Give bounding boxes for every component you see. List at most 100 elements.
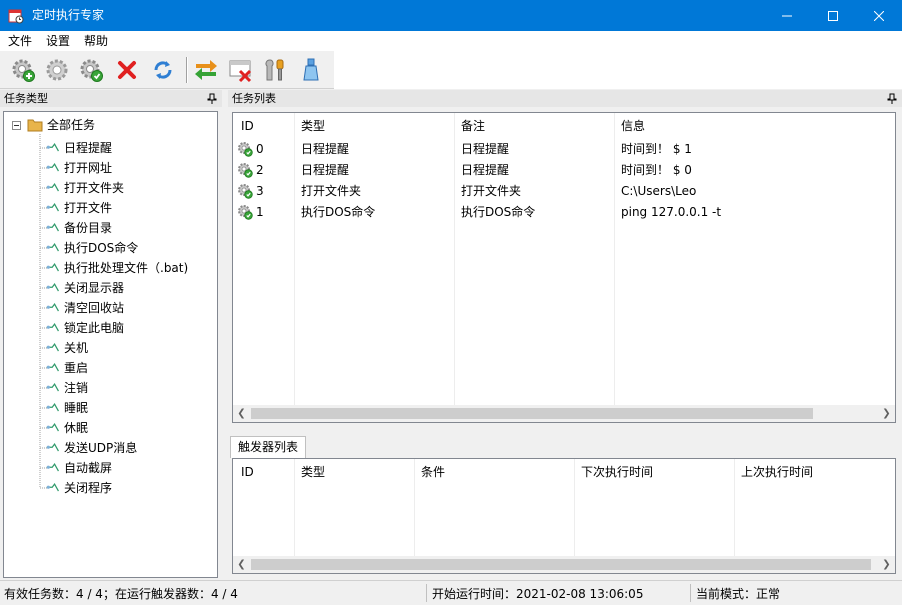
- tree-item[interactable]: 注销: [46, 378, 88, 398]
- edit-task-button[interactable]: [44, 57, 70, 83]
- cell-note: 日程提醒: [461, 163, 510, 177]
- task-node-icon: [46, 382, 59, 392]
- task-list-hscrollbar[interactable]: ❮ ❯: [233, 405, 895, 422]
- menu-settings[interactable]: 设置: [46, 33, 70, 49]
- window-title: 定时执行专家: [32, 8, 105, 22]
- column-divider: [734, 459, 735, 557]
- column-id[interactable]: ID: [241, 118, 254, 134]
- tree-item-label: 睡眠: [64, 401, 89, 415]
- task-node-icon: [46, 202, 59, 212]
- table-row[interactable]: 2 日程提醒 日程提醒 时间到！ $ 0: [233, 160, 895, 181]
- trigger-column-condition[interactable]: 条件: [421, 464, 445, 480]
- tree-item[interactable]: 关机: [46, 338, 88, 358]
- cell-type: 日程提醒: [301, 142, 350, 156]
- trigger-column-type[interactable]: 类型: [301, 464, 325, 480]
- column-type[interactable]: 类型: [301, 118, 325, 134]
- delete-x-icon: [118, 61, 136, 79]
- collapse-toggle-icon[interactable]: [12, 120, 21, 130]
- tree-item[interactable]: 打开文件: [46, 198, 112, 218]
- column-divider: [294, 459, 295, 557]
- scroll-right-arrow[interactable]: ❯: [878, 405, 895, 422]
- column-note[interactable]: 备注: [461, 118, 485, 134]
- tree-item[interactable]: 锁定此电脑: [46, 318, 124, 338]
- pin-icon[interactable]: [207, 93, 217, 104]
- status-divider: [426, 584, 427, 602]
- column-divider: [414, 459, 415, 557]
- tree-item-label: 打开网址: [64, 161, 113, 175]
- task-node-icon: [46, 262, 59, 272]
- toolbar-separator: [186, 57, 188, 83]
- cell-id: 0: [256, 142, 264, 156]
- tab-trigger-list[interactable]: 触发器列表: [230, 436, 306, 458]
- tree-item[interactable]: 自动截屏: [46, 458, 112, 478]
- tree-root[interactable]: 全部任务: [12, 116, 95, 134]
- tree-item[interactable]: 休眠: [46, 418, 88, 438]
- toolbar-empty-area: [334, 51, 902, 89]
- task-type-panel-header: 任务类型: [0, 90, 222, 107]
- task-node-icon: [46, 162, 59, 172]
- cell-type: 日程提醒: [301, 163, 350, 177]
- cell-note: 日程提醒: [461, 142, 510, 156]
- close-window-button[interactable]: [228, 57, 254, 83]
- refresh-button[interactable]: [150, 57, 176, 83]
- table-row[interactable]: 0 日程提醒 日程提醒 时间到！ $ 1: [233, 139, 895, 160]
- task-node-icon: [46, 462, 59, 472]
- maximize-button[interactable]: [810, 0, 856, 31]
- column-info[interactable]: 信息: [621, 118, 645, 134]
- folder-icon: [27, 119, 43, 132]
- tree-item[interactable]: 发送UDP消息: [46, 438, 137, 458]
- tree-item[interactable]: 打开文件夹: [46, 178, 124, 198]
- title-bar: 定时执行专家: [0, 0, 902, 31]
- trigger-column-id[interactable]: ID: [241, 464, 254, 480]
- tree-item[interactable]: 关闭程序: [46, 478, 112, 498]
- swap-button[interactable]: [193, 57, 219, 83]
- tree-item-label: 自动截屏: [64, 461, 113, 475]
- scroll-left-arrow[interactable]: ❮: [233, 405, 250, 422]
- task-node-icon: [46, 402, 59, 412]
- cell-type: 执行DOS命令: [301, 205, 376, 219]
- menu-file[interactable]: 文件: [8, 33, 32, 49]
- tree-item[interactable]: 执行DOS命令: [46, 238, 138, 258]
- task-node-icon: [46, 342, 59, 352]
- tree-item[interactable]: 清空回收站: [46, 298, 124, 318]
- bottle-icon: [303, 58, 319, 81]
- trigger-list-hscrollbar[interactable]: ❮ ❯: [233, 556, 895, 573]
- scroll-thumb[interactable]: [251, 408, 813, 419]
- table-row[interactable]: 1 执行DOS命令 执行DOS命令 ping 127.0.0.1 -t: [233, 202, 895, 223]
- tree-item[interactable]: 重启: [46, 358, 88, 378]
- add-task-button[interactable]: [10, 57, 36, 83]
- minimize-icon: [782, 15, 792, 16]
- scroll-right-arrow[interactable]: ❯: [878, 556, 895, 573]
- tree-item[interactable]: 日程提醒: [46, 138, 112, 158]
- table-row[interactable]: 3 打开文件夹 打开文件夹 C:\Users\Leo: [233, 181, 895, 202]
- menu-help[interactable]: 帮助: [84, 33, 108, 49]
- tree-item[interactable]: 睡眠: [46, 398, 88, 418]
- task-node-icon: [46, 422, 59, 432]
- delete-task-button[interactable]: [114, 57, 140, 83]
- cell-type: 打开文件夹: [301, 184, 362, 198]
- tree-item[interactable]: 备份目录: [46, 218, 112, 238]
- pin-icon[interactable]: [887, 93, 897, 104]
- cell-info: 时间到！ $ 1: [621, 142, 692, 156]
- trigger-column-next-time[interactable]: 下次执行时间: [581, 464, 653, 480]
- tree-item-label: 注销: [64, 381, 89, 395]
- bottle-button[interactable]: [298, 57, 324, 83]
- cell-id: 2: [256, 163, 264, 177]
- enable-task-button[interactable]: [78, 57, 104, 83]
- close-button[interactable]: [856, 0, 902, 31]
- minimize-button[interactable]: [764, 0, 810, 31]
- task-node-icon: [46, 442, 59, 452]
- trigger-column-last-time[interactable]: 上次执行时间: [741, 464, 813, 480]
- tree-item-label: 打开文件夹: [64, 181, 125, 195]
- tree-item[interactable]: 打开网址: [46, 158, 112, 178]
- tools-button[interactable]: [262, 57, 288, 83]
- tree-item-label: 执行批处理文件（.bat): [64, 261, 189, 275]
- tree-item-label: 关闭程序: [64, 481, 113, 495]
- tree-item[interactable]: 关闭显示器: [46, 278, 124, 298]
- tree-item-label: 备份目录: [64, 221, 113, 235]
- scroll-thumb[interactable]: [251, 559, 871, 570]
- tree-item-label: 关机: [64, 341, 89, 355]
- task-node-icon: [46, 302, 59, 312]
- scroll-left-arrow[interactable]: ❮: [233, 556, 250, 573]
- tree-item[interactable]: 执行批处理文件（.bat): [46, 258, 188, 278]
